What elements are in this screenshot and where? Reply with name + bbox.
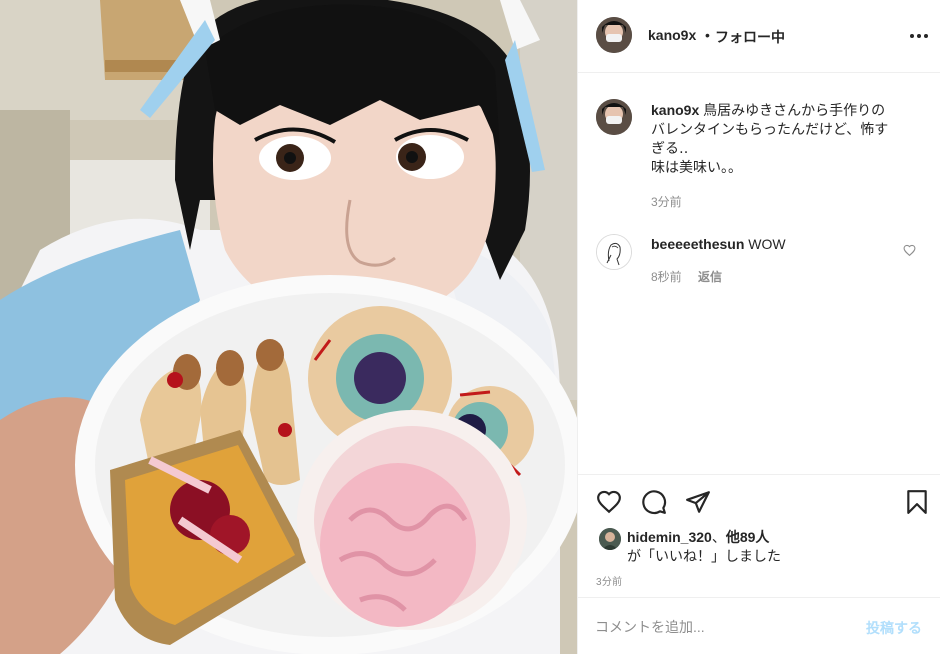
caption-username[interactable]: kano9x: [651, 102, 699, 118]
heart-icon[interactable]: [596, 489, 622, 515]
caption-line-2: バレンタインもらったんだけど、怖す: [651, 121, 889, 137]
comment-text: beeeeethesun WOW: [651, 236, 786, 252]
post-actions: hidemin_320、他89人 が「いいね！」しました 3分前: [578, 474, 940, 596]
header-separator: •: [705, 27, 710, 43]
liker-username[interactable]: hidemin_320: [627, 529, 712, 545]
likes-others-link[interactable]: 他89人: [726, 529, 770, 545]
caption-line-4: 味は美味い。。: [651, 159, 742, 175]
post-photo-illustration: [0, 0, 577, 654]
avatar-image: [599, 528, 621, 550]
commenter-avatar[interactable]: [596, 234, 632, 270]
comment-icon[interactable]: [641, 489, 667, 515]
avatar-image: [596, 17, 632, 53]
reply-button[interactable]: 返信: [698, 268, 722, 285]
more-horizontal-icon[interactable]: [908, 26, 930, 46]
likes-suffix: が「いいね！」しました: [627, 548, 781, 564]
author-username[interactable]: kano9x: [648, 27, 696, 43]
heart-outline-icon[interactable]: [903, 244, 916, 257]
post-sidebar: kano9x • フォロー中 kano9x 鳥居みゆきさんから手作りの バレンタ…: [577, 0, 940, 654]
avatar-image: [596, 99, 632, 135]
likes-separator: 、: [711, 529, 726, 545]
post-header: kano9x • フォロー中: [578, 0, 940, 73]
caption-timestamp[interactable]: 3分前: [651, 193, 682, 210]
caption-text: kano9x 鳥居みゆきさんから手作りの バレンタインもらったんだけど、怖す ぎ…: [651, 101, 921, 177]
share-icon[interactable]: [685, 489, 711, 515]
comments-section: kano9x 鳥居みゆきさんから手作りの バレンタインもらったんだけど、怖す ぎ…: [578, 74, 940, 474]
comment-body: WOW: [748, 236, 786, 252]
caption-author-avatar[interactable]: [596, 99, 632, 135]
liker-avatar[interactable]: [599, 528, 621, 550]
bookmark-icon[interactable]: [904, 489, 930, 515]
commenter-username[interactable]: beeeeethesun: [651, 236, 744, 252]
comment-timestamp[interactable]: 8秒前: [651, 268, 682, 285]
post-comment-button[interactable]: 投稿する: [866, 618, 922, 638]
post-photo[interactable]: [0, 0, 577, 654]
author-avatar[interactable]: [596, 17, 632, 53]
post-timestamp[interactable]: 3分前: [596, 573, 622, 588]
caption-line-1: 鳥居みゆきさんから手作りの: [703, 102, 886, 118]
caption-line-3: ぎる‥: [651, 140, 689, 156]
sketch-avatar-image: [597, 235, 631, 269]
add-comment-bar: 投稿する: [578, 597, 940, 654]
comment-input[interactable]: [595, 616, 855, 638]
follow-status-button[interactable]: フォロー中: [715, 27, 785, 47]
likes-summary: hidemin_320、他89人: [627, 527, 769, 547]
